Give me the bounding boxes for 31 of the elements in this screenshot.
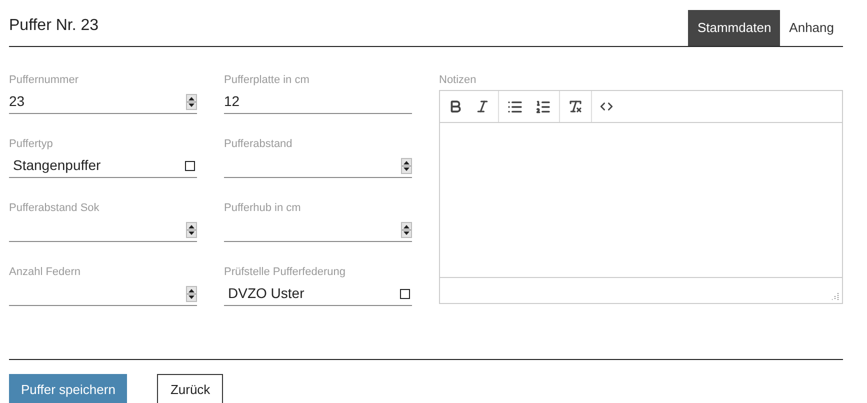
input-field[interactable]: DVZO Uster: [224, 282, 412, 306]
checkbox-icon[interactable]: [185, 160, 195, 170]
field-label: Pufferabstand: [224, 137, 294, 151]
spinner-icon[interactable]: [401, 222, 412, 238]
page-title: Puffer Nr. 23: [9, 16, 99, 36]
field-label: Pufferabstand Sok: [9, 201, 100, 215]
checkbox-icon[interactable]: [400, 288, 410, 298]
bold-icon[interactable]: [448, 99, 463, 114]
numbered-list-icon[interactable]: [535, 98, 551, 114]
field-label: Puffertyp: [9, 137, 54, 151]
code-icon[interactable]: [600, 100, 613, 113]
field-label: Pufferplatte in cm: [224, 73, 310, 87]
field-label: Notizen: [439, 73, 478, 87]
back-button[interactable]: Zurück: [157, 374, 224, 403]
tab[interactable]: Stammdaten: [688, 10, 780, 46]
spinner-icon[interactable]: [401, 158, 412, 174]
resize-handle-icon[interactable]: [832, 293, 839, 300]
field-label: Puffernummer: [9, 73, 80, 87]
spinner-icon[interactable]: [186, 94, 197, 110]
save-button[interactable]: Puffer speichern: [9, 374, 128, 403]
field-label: Anzahl Federn: [9, 265, 82, 279]
spinner-icon[interactable]: [186, 222, 197, 238]
field-label: Prüfstelle Pufferfederung: [224, 265, 346, 279]
italic-icon[interactable]: [475, 99, 490, 114]
field-label: Pufferhub in cm: [224, 201, 302, 215]
input-field[interactable]: Stangenpuffer: [9, 154, 197, 178]
clear-format-icon[interactable]: [568, 99, 583, 114]
spinner-icon[interactable]: [186, 286, 197, 302]
input-field[interactable]: 23: [9, 90, 197, 114]
input-field[interactable]: 12: [224, 90, 412, 114]
bullet-list-icon[interactable]: [507, 98, 523, 114]
